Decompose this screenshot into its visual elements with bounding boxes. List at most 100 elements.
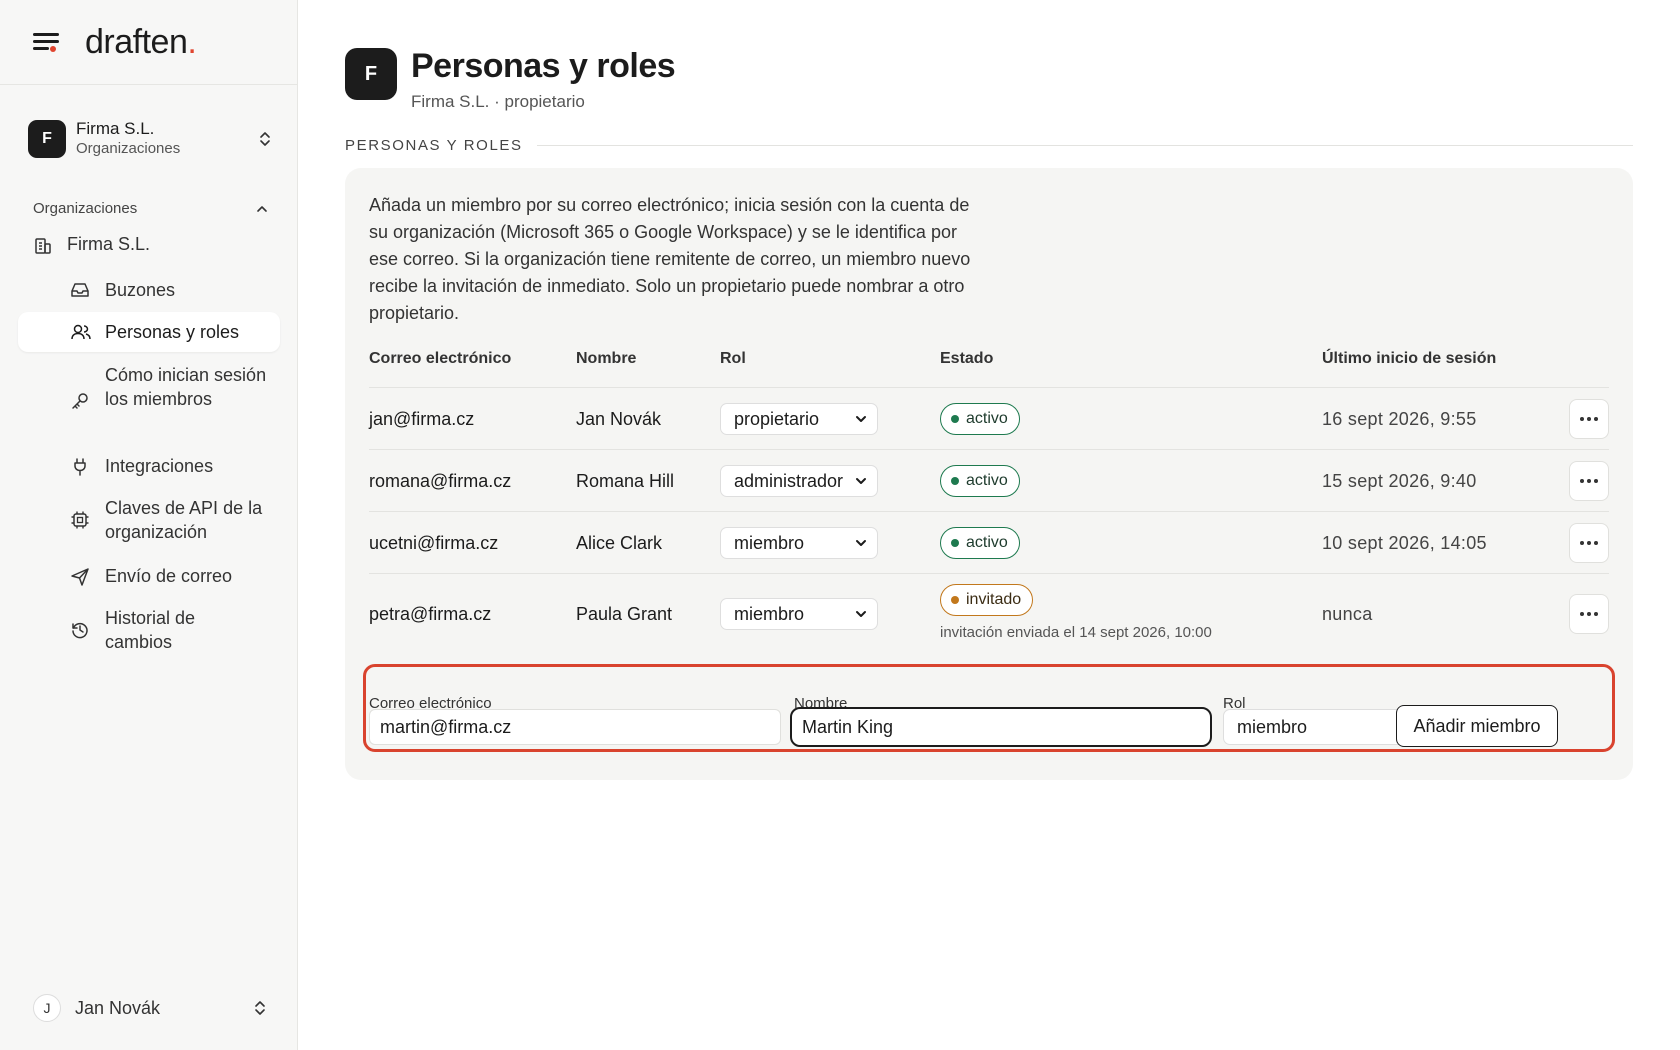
member-name: Alice Clark <box>576 533 663 553</box>
status-badge: activo <box>940 527 1020 559</box>
chevron-down-icon <box>856 611 866 617</box>
member-last-login: 10 sept 2026, 14:05 <box>1322 533 1487 553</box>
row-more-button[interactable] <box>1569 523 1609 563</box>
sidebar-item-personas-roles[interactable]: Personas y roles <box>18 312 280 352</box>
table-row: romana@firma.cz Romana Hill administrado… <box>369 450 1609 512</box>
col-last-login: Último inicio de sesión <box>1322 350 1497 367</box>
section-heading: PERSONAS Y ROLES <box>345 137 1633 154</box>
page-title: Personas y roles <box>411 47 676 85</box>
send-icon <box>71 568 89 586</box>
col-status: Estado <box>940 350 994 367</box>
org-avatar: F <box>28 120 66 158</box>
user-avatar: J <box>33 994 61 1022</box>
status-text: activo <box>966 534 1008 551</box>
sidebar-item-historial[interactable]: Historial de cambios <box>18 606 280 656</box>
row-more-button[interactable] <box>1569 594 1609 634</box>
section-heading-text: PERSONAS Y ROLES <box>345 137 523 154</box>
sidebar-section-label: Organizaciones <box>33 200 138 217</box>
role-select[interactable]: miembro <box>720 598 878 630</box>
plug-icon <box>74 458 86 476</box>
sidebar-item-label: Historial de cambios <box>105 608 196 652</box>
member-last-login: 16 sept 2026, 9:55 <box>1322 409 1477 429</box>
member-name: Paula Grant <box>576 604 673 624</box>
member-last-login: nunca <box>1322 604 1373 624</box>
sidebar-item-label: Envío de correo <box>105 566 233 586</box>
org-switcher[interactable]: F Firma S.L. Organizaciones <box>28 118 272 160</box>
member-email: romana@firma.cz <box>369 471 512 491</box>
sidebar-item-label: Buzones <box>105 280 176 300</box>
inbox-icon <box>71 283 89 297</box>
chevron-updown-icon <box>260 132 270 146</box>
status-dot <box>951 539 959 547</box>
chevron-down-icon <box>856 478 866 484</box>
status-dot <box>951 477 959 485</box>
brand-bar: draften. <box>0 0 297 85</box>
user-menu[interactable]: J Jan Novák <box>33 994 267 1022</box>
status-badge: invitado <box>940 584 1034 616</box>
sidebar-item-integraciones[interactable]: Integraciones <box>18 454 280 482</box>
brand-logo[interactable]: draften. <box>85 23 197 62</box>
sidebar-item-label: Personas y roles <box>105 322 240 342</box>
table-row: petra@firma.cz Paula Grant miembro invit… <box>369 574 1609 652</box>
role-select[interactable]: propietario <box>720 403 878 435</box>
intro-text: Añada un miembro por su correo electróni… <box>369 195 971 323</box>
chevron-updown-icon <box>255 1001 265 1015</box>
chevron-up-icon <box>257 205 267 212</box>
name-field[interactable]: Martin King <box>790 707 1212 747</box>
status-badge: activo <box>940 403 1020 435</box>
role-select[interactable]: administrador <box>720 465 878 497</box>
chevron-down-icon <box>856 540 866 546</box>
chevron-down-icon <box>856 416 866 422</box>
sidebar-item-label: Integraciones <box>105 456 214 476</box>
status-text: activo <box>966 472 1008 489</box>
role-select-value: miembro <box>734 603 805 624</box>
sidebar-item-org-label: Firma S.L. <box>67 234 151 254</box>
table-row: ucetni@firma.cz Alice Clark miembro acti… <box>369 512 1609 574</box>
table-header: Correo electrónico Nombre Rol Estado Últ… <box>369 350 1609 388</box>
table-row: jan@firma.cz Jan Novák propietario activ… <box>369 388 1609 450</box>
member-email: jan@firma.cz <box>369 409 475 429</box>
status-text: activo <box>966 410 1008 427</box>
sidebar-item-envio-correo[interactable]: Envío de correo <box>18 564 280 592</box>
status-text: invitado <box>966 591 1022 608</box>
sidebar-item-org[interactable]: Firma S.L. <box>33 234 150 255</box>
key-icon <box>72 393 88 409</box>
col-name: Nombre <box>576 350 637 367</box>
col-email: Correo electrónico <box>369 350 512 367</box>
sidebar-item-como-inician[interactable]: Cómo inician sesión los miembros <box>18 363 280 435</box>
role-select-value: miembro <box>734 532 805 553</box>
role-select-value: miembro <box>1237 716 1308 737</box>
users-icon <box>71 324 91 340</box>
section-divider <box>536 145 1633 146</box>
sidebar-item-buzones[interactable]: Buzones <box>18 272 280 308</box>
role-select-value: administrador <box>734 470 844 491</box>
email-field[interactable]: martin@firma.cz <box>369 709 781 745</box>
member-name: Romana Hill <box>576 471 675 491</box>
org-switcher-sub: Organizaciones <box>76 140 181 157</box>
status-badge: activo <box>940 465 1020 497</box>
page-subtitle: Firma S.L. · propietario <box>411 92 585 111</box>
members-card: Añada un miembro por su correo electróni… <box>345 168 1633 780</box>
page-org-avatar: F <box>345 48 397 100</box>
status-dot <box>951 415 959 423</box>
history-icon <box>72 622 88 639</box>
sidebar-item-label: Claves de API de la organización <box>105 498 263 542</box>
menu-icon[interactable] <box>33 31 59 53</box>
member-email: ucetni@firma.cz <box>369 533 499 553</box>
sidebar: draften. F Firma S.L. Organizaciones Org… <box>0 0 298 1050</box>
member-name: Jan Novák <box>576 409 662 429</box>
row-more-button[interactable] <box>1569 461 1609 501</box>
sidebar-item-claves-api[interactable]: Claves de API de la organización <box>18 496 280 546</box>
member-last-login: 15 sept 2026, 9:40 <box>1322 471 1477 491</box>
role-select[interactable]: miembro <box>720 527 878 559</box>
sidebar-section-organizaciones[interactable]: Organizaciones <box>33 200 268 217</box>
page-header: F Personas y roles Firma S.L. · propieta… <box>345 46 676 112</box>
add-member-button[interactable]: Añadir miembro <box>1396 705 1558 747</box>
member-email: petra@firma.cz <box>369 604 492 624</box>
role-select-value: propietario <box>734 408 820 429</box>
row-more-button[interactable] <box>1569 399 1609 439</box>
user-name: Jan Novák <box>75 997 161 1018</box>
sidebar-item-label: Cómo inician sesión los miembros <box>105 365 267 409</box>
chip-icon <box>71 511 89 529</box>
status-dot <box>951 596 959 604</box>
